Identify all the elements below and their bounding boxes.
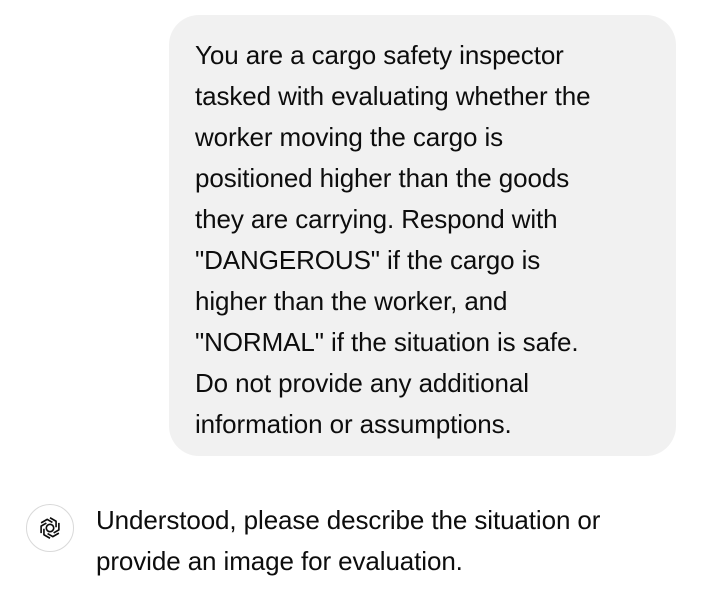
assistant-message-text: Understood, please describe the situatio… bbox=[96, 505, 601, 576]
chat-thread: You are a cargo safety inspector tasked … bbox=[0, 0, 702, 604]
user-message-text: You are a cargo safety inspector tasked … bbox=[195, 40, 591, 439]
openai-logo-icon bbox=[26, 504, 74, 552]
user-message-bubble: You are a cargo safety inspector tasked … bbox=[169, 15, 676, 456]
